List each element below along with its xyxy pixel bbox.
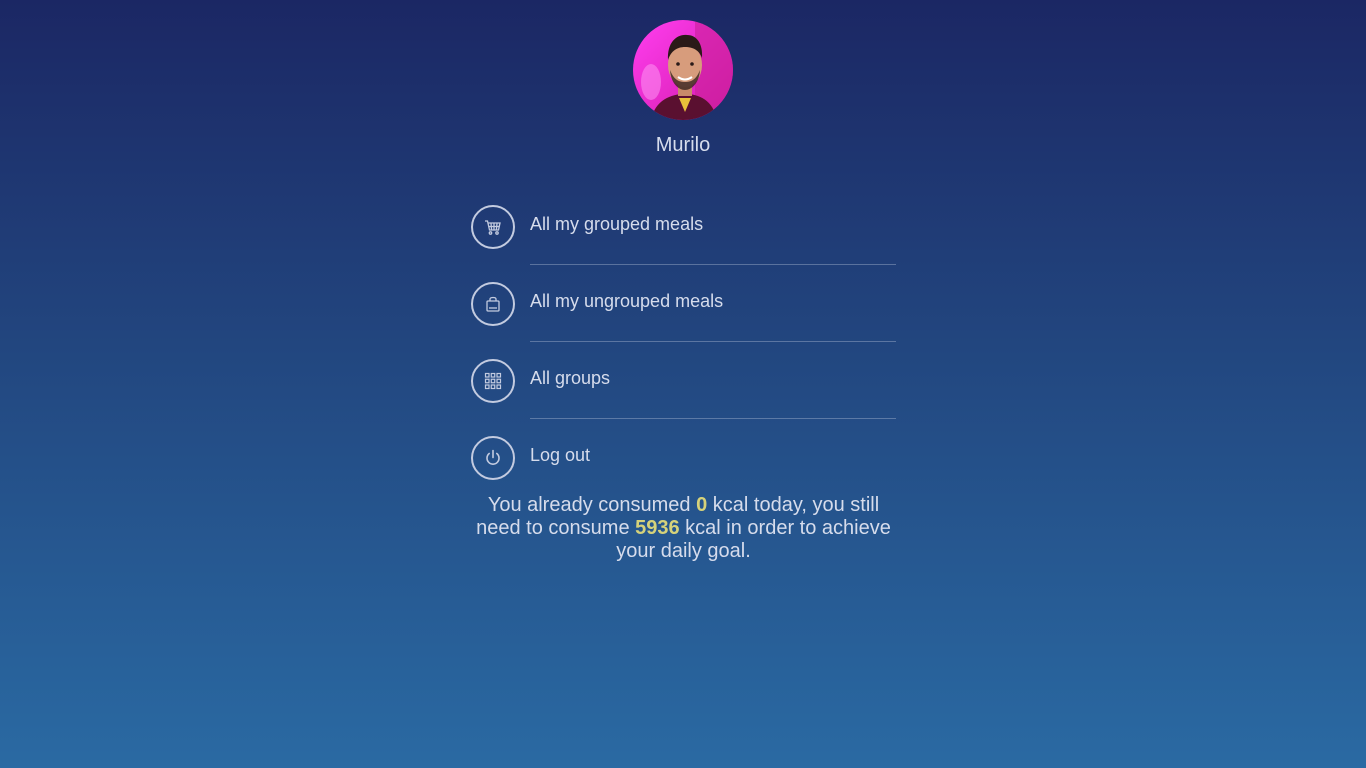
profile-menu: All my grouped meals All my ungrouped me… xyxy=(471,204,896,512)
power-icon xyxy=(471,436,515,480)
menu-item-ungrouped-meals[interactable]: All my ungrouped meals xyxy=(471,281,896,358)
menu-item-grouped-meals[interactable]: All my grouped meals xyxy=(471,204,896,281)
cart-icon xyxy=(471,205,515,249)
avatar xyxy=(633,20,733,120)
consumed-kcal-value: 0 xyxy=(696,494,708,516)
menu-item-label: All my ungrouped meals xyxy=(530,291,724,311)
bag-icon xyxy=(471,282,515,326)
divider xyxy=(530,264,896,265)
menu-item-label: All groups xyxy=(530,368,611,388)
user-name: Murilo xyxy=(655,134,711,156)
calorie-summary: You already consumed 0 kcal today, you s… xyxy=(471,494,896,563)
grid-icon xyxy=(471,359,515,403)
menu-item-label: All my grouped meals xyxy=(530,214,704,234)
menu-item-label: Log out xyxy=(530,445,591,465)
divider xyxy=(530,341,896,342)
summary-text: You already consumed xyxy=(487,494,697,516)
menu-item-all-groups[interactable]: All groups xyxy=(471,358,896,435)
divider xyxy=(530,418,896,419)
remaining-kcal-value: 5936 xyxy=(635,517,680,539)
